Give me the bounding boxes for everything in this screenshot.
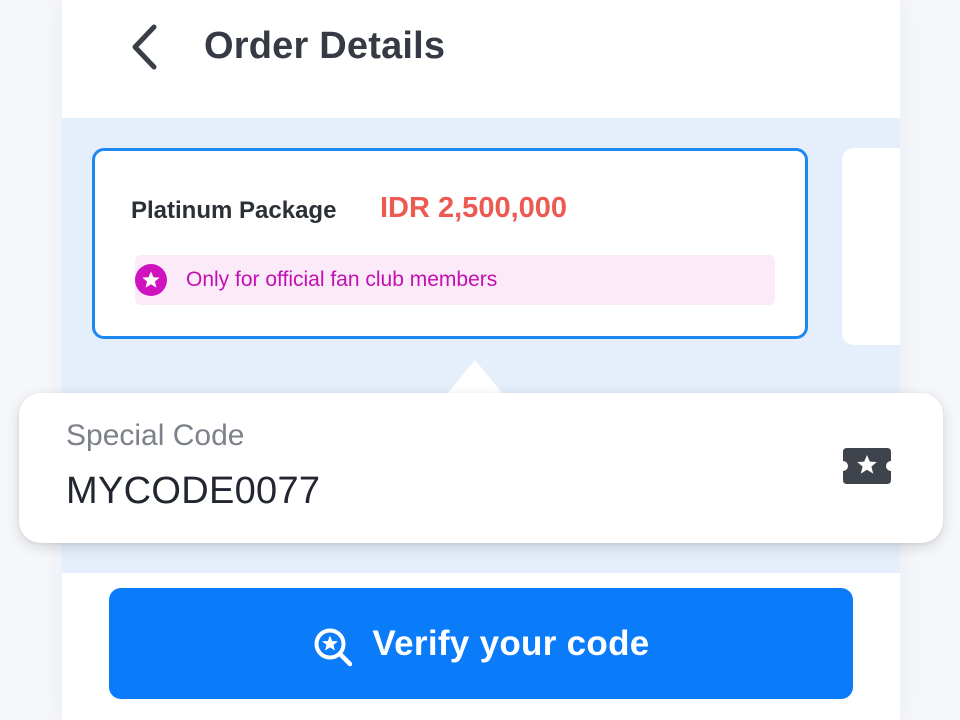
ticket-star-icon bbox=[843, 448, 891, 484]
app-header: Order Details bbox=[62, 0, 900, 118]
chevron-left-icon bbox=[132, 24, 157, 70]
verify-code-button[interactable]: Verify your code bbox=[109, 588, 853, 699]
ticket-button[interactable] bbox=[839, 441, 895, 491]
package-card-selected[interactable]: Platinum Package IDR 2,500,000 Only for … bbox=[92, 148, 808, 339]
star-badge-icon bbox=[135, 264, 167, 296]
back-button[interactable] bbox=[114, 17, 174, 77]
special-code-label: Special Code bbox=[66, 419, 245, 452]
search-badge-icon bbox=[314, 628, 353, 666]
special-code-input[interactable] bbox=[66, 467, 806, 515]
package-price: IDR 2,500,000 bbox=[380, 192, 568, 224]
package-name: Platinum Package bbox=[131, 197, 337, 224]
special-code-field[interactable]: Special Code bbox=[19, 393, 943, 543]
membership-note-text: Only for official fan club members bbox=[186, 268, 498, 291]
code-panel-pointer bbox=[447, 360, 503, 394]
app-screen: Order Details Platinum Package IDR 2,500… bbox=[62, 0, 900, 720]
membership-note: Only for official fan club members bbox=[135, 255, 775, 305]
package-card-next[interactable] bbox=[842, 148, 900, 345]
page-title: Order Details bbox=[204, 25, 446, 67]
verify-code-label: Verify your code bbox=[372, 623, 650, 663]
